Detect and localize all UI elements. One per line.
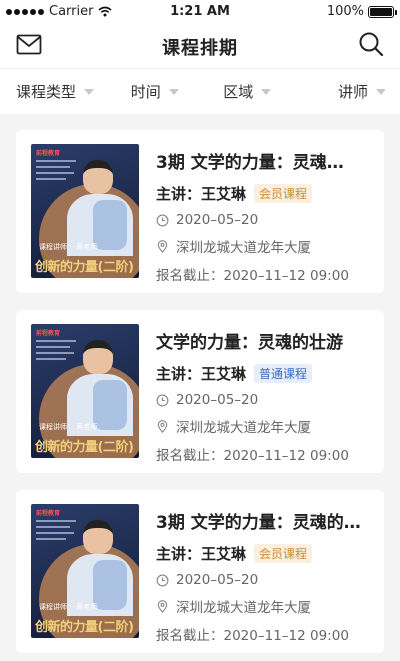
thumbnail-caption: 课程讲师： 黄老师 <box>39 603 98 611</box>
location-pin-icon <box>157 239 168 253</box>
thumbnail-caption: 课程讲师： 黄老师 <box>39 423 98 431</box>
course-deadline: 报名截止：2020–11–12 09:00 <box>156 444 374 464</box>
filter-bar: 课程类型 时间 区域 讲师 <box>0 68 400 114</box>
course-thumbnail: 前程教育 课程讲师： 黄老师 创新的力量(二阶) <box>31 504 139 638</box>
filter-lecturer[interactable]: 讲师 <box>294 69 400 114</box>
course-info: 文学的力量：灵魂的壮游 主讲：王艾琳 普通课程 2020–05–20 深圳龙城大… <box>156 328 374 464</box>
course-date: 2020–05–20 <box>156 392 374 408</box>
date-text: 2020–05–20 <box>176 392 259 408</box>
location-text: 深圳龙城大道龙年大厦 <box>176 420 311 436</box>
deadline-text: 报名截止：2020–11–12 09:00 <box>156 448 349 464</box>
deadline-text: 报名截止：2020–11–12 09:00 <box>156 628 349 644</box>
course-type-badge: 会员课程 <box>254 184 313 203</box>
date-text: 2020–05–20 <box>176 572 259 588</box>
course-info: 3期 文学的力量：灵魂的… 主讲：王艾琳 会员课程 2020–05–20 深圳龙… <box>156 508 374 644</box>
filter-label: 时间 <box>130 83 161 101</box>
lecturer-name: 主讲：王艾琳 <box>156 185 247 203</box>
search-icon[interactable] <box>358 31 384 57</box>
lecturer-row: 主讲：王艾琳 普通课程 <box>156 363 374 384</box>
course-thumbnail: 前程教育 课程讲师： 黄老师 创新的力量(二阶) <box>31 324 139 458</box>
deadline-text: 报名截止：2020–11–12 09:00 <box>156 268 349 284</box>
course-location: 深圳龙城大道龙年大厦 <box>156 416 374 436</box>
lecturer-name: 主讲：王艾琳 <box>156 365 247 383</box>
course-type-badge: 会员课程 <box>254 544 313 563</box>
course-deadline: 报名截止：2020–11–12 09:00 <box>156 264 374 284</box>
thumbnail-banner: 创新的力量(二阶) <box>35 620 134 635</box>
thumbnail-caption: 课程讲师： 黄老师 <box>39 243 98 251</box>
course-title: 3期 文学的力量：灵魂的… <box>156 513 361 533</box>
caret-down-icon <box>261 88 272 95</box>
course-info: 3期 文学的力量：灵魂… 主讲：王艾琳 会员课程 2020–05–20 深圳龙城… <box>156 148 374 284</box>
caret-down-icon <box>376 88 386 95</box>
course-title: 文学的力量：灵魂的壮游 <box>156 333 343 353</box>
filter-label: 课程类型 <box>16 83 77 101</box>
course-card[interactable]: 前程教育 课程讲师： 黄老师 创新的力量(二阶) 文学的力量：灵魂的壮游 主讲：… <box>16 310 384 473</box>
filter-course-type[interactable]: 课程类型 <box>0 69 109 114</box>
status-right: 100% <box>326 4 397 19</box>
clock-icon <box>156 574 169 586</box>
lecturer-row: 主讲：王艾琳 会员课程 <box>156 183 374 204</box>
clock-icon <box>156 394 169 406</box>
battery-percent: 100% <box>326 4 364 19</box>
course-date: 2020–05–20 <box>156 212 374 228</box>
location-pin-icon <box>157 419 168 433</box>
course-date: 2020–05–20 <box>156 572 374 588</box>
lecturer-row: 主讲：王艾琳 会员课程 <box>156 543 374 564</box>
course-card[interactable]: 前程教育 课程讲师： 黄老师 创新的力量(二阶) 3期 文学的力量：灵魂的… 主… <box>16 490 384 653</box>
course-type-badge: 普通课程 <box>254 364 313 383</box>
date-text: 2020–05–20 <box>176 212 259 228</box>
thumbnail-logo: 前程教育 <box>36 150 61 157</box>
filter-label: 区域 <box>223 83 254 101</box>
course-list: 前程教育 课程讲师： 黄老师 创新的力量(二阶) 3期 文学的力量：灵魂… 主讲… <box>16 130 384 661</box>
course-location: 深圳龙城大道龙年大厦 <box>156 596 374 616</box>
location-pin-icon <box>157 599 168 613</box>
course-deadline: 报名截止：2020–11–12 09:00 <box>156 624 374 644</box>
thumbnail-logo: 前程教育 <box>36 330 61 337</box>
status-bar: Carrier 1:21 AM 100% <box>0 0 400 24</box>
thumbnail-banner: 创新的力量(二阶) <box>35 440 134 455</box>
nav-header: 课程排期 <box>0 24 400 68</box>
location-text: 深圳龙城大道龙年大厦 <box>176 600 311 616</box>
location-text: 深圳龙城大道龙年大厦 <box>176 240 311 256</box>
caret-down-icon <box>84 88 95 95</box>
course-thumbnail: 前程教育 课程讲师： 黄老师 创新的力量(二阶) <box>31 144 139 278</box>
caret-down-icon <box>168 88 179 95</box>
course-location: 深圳龙城大道龙年大厦 <box>156 236 374 256</box>
battery-icon <box>368 5 397 18</box>
filter-region[interactable]: 区域 <box>201 69 294 114</box>
thumbnail-logo: 前程教育 <box>36 510 61 517</box>
filter-label: 讲师 <box>337 83 368 101</box>
course-card[interactable]: 前程教育 课程讲师： 黄老师 创新的力量(二阶) 3期 文学的力量：灵魂… 主讲… <box>16 130 384 293</box>
clock-icon <box>156 214 169 226</box>
lecturer-name: 主讲：王艾琳 <box>156 545 247 563</box>
filter-time[interactable]: 时间 <box>109 69 202 114</box>
thumbnail-banner: 创新的力量(二阶) <box>35 260 134 275</box>
page-title: 课程排期 <box>162 38 238 59</box>
course-title: 3期 文学的力量：灵魂… <box>156 153 344 173</box>
